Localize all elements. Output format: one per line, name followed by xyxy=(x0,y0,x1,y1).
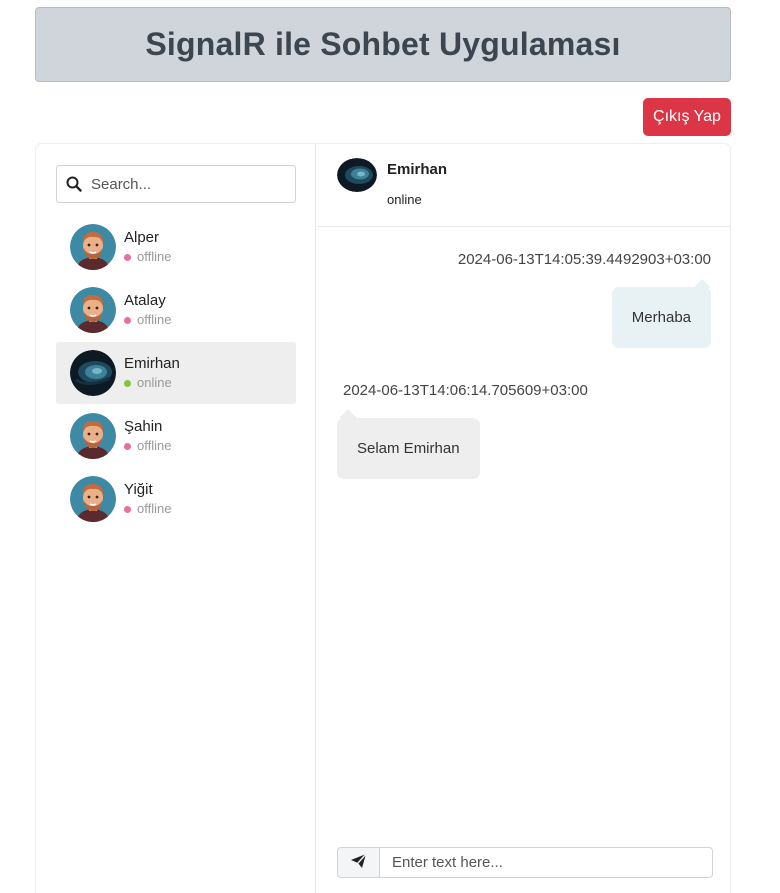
person-item-emirhan[interactable]: Emirhan online xyxy=(56,342,296,404)
bubble-tail xyxy=(339,409,357,418)
chat-avatar xyxy=(337,158,377,192)
status-dot-icon xyxy=(124,505,131,513)
send-button[interactable] xyxy=(337,847,379,878)
avatar xyxy=(70,476,116,522)
chat-header: Emirhan online xyxy=(317,144,731,227)
person-item-alper[interactable]: Alper offline xyxy=(56,216,296,278)
person-name: Alper xyxy=(124,229,160,246)
people-panel: Alper offline xyxy=(36,144,316,893)
avatar xyxy=(70,350,116,396)
app-header: SignalR ile Sohbet Uygulaması xyxy=(35,7,731,82)
chat-contact-name: Emirhan xyxy=(387,161,448,178)
status-text: offline xyxy=(137,312,172,327)
person-status: offline xyxy=(124,437,171,455)
person-status: offline xyxy=(124,311,171,329)
chat-card: Alper offline xyxy=(35,143,731,893)
status-text: online xyxy=(137,375,172,390)
person-name: Emirhan xyxy=(124,355,180,372)
message-timestamp: 2024-06-13T14:06:14.705609+03:00 xyxy=(343,382,588,399)
status-dot-icon xyxy=(124,253,131,261)
avatar xyxy=(70,224,116,270)
person-item-yigit[interactable]: Yiğit offline xyxy=(56,468,296,530)
avatar xyxy=(70,287,116,333)
status-text: offline xyxy=(137,249,172,264)
person-name: Yiğit xyxy=(124,481,153,498)
paper-plane-icon xyxy=(350,853,367,872)
message-timestamp: 2024-06-13T14:05:39.4492903+03:00 xyxy=(457,251,711,268)
chat-panel: Emirhan online 2024-06-13T14:05:39.44929… xyxy=(317,144,731,893)
person-name: Atalay xyxy=(124,292,166,309)
chat-contact-status: online xyxy=(387,192,422,207)
logout-button[interactable]: Çıkış Yap xyxy=(643,98,731,136)
status-text: offline xyxy=(137,501,172,516)
message-text: Merhaba xyxy=(631,309,691,326)
person-status: online xyxy=(124,374,180,392)
status-text: offline xyxy=(137,438,172,453)
status-dot-icon xyxy=(124,442,131,450)
message-bubble-out: Merhaba xyxy=(611,287,711,348)
search-box[interactable] xyxy=(56,165,296,203)
page-title: SignalR ile Sohbet Uygulaması xyxy=(145,26,621,62)
message-bubble-in: Selam Emirhan xyxy=(337,418,480,479)
search-input[interactable] xyxy=(91,167,291,201)
message-text: Selam Emirhan xyxy=(357,440,460,457)
status-dot-icon xyxy=(124,316,131,324)
person-status: offline xyxy=(124,248,171,266)
search-icon xyxy=(57,166,91,202)
message-input[interactable] xyxy=(379,847,713,878)
message-composer xyxy=(337,847,713,878)
avatar xyxy=(70,413,116,459)
person-item-sahin[interactable]: Şahin offline xyxy=(56,405,296,467)
person-name: Şahin xyxy=(124,418,163,435)
person-item-atalay[interactable]: Atalay offline xyxy=(56,279,296,341)
status-dot-icon xyxy=(124,379,131,387)
people-list: Alper offline Atalay offline Emirhan onl… xyxy=(56,216,296,531)
person-status: offline xyxy=(124,500,171,518)
